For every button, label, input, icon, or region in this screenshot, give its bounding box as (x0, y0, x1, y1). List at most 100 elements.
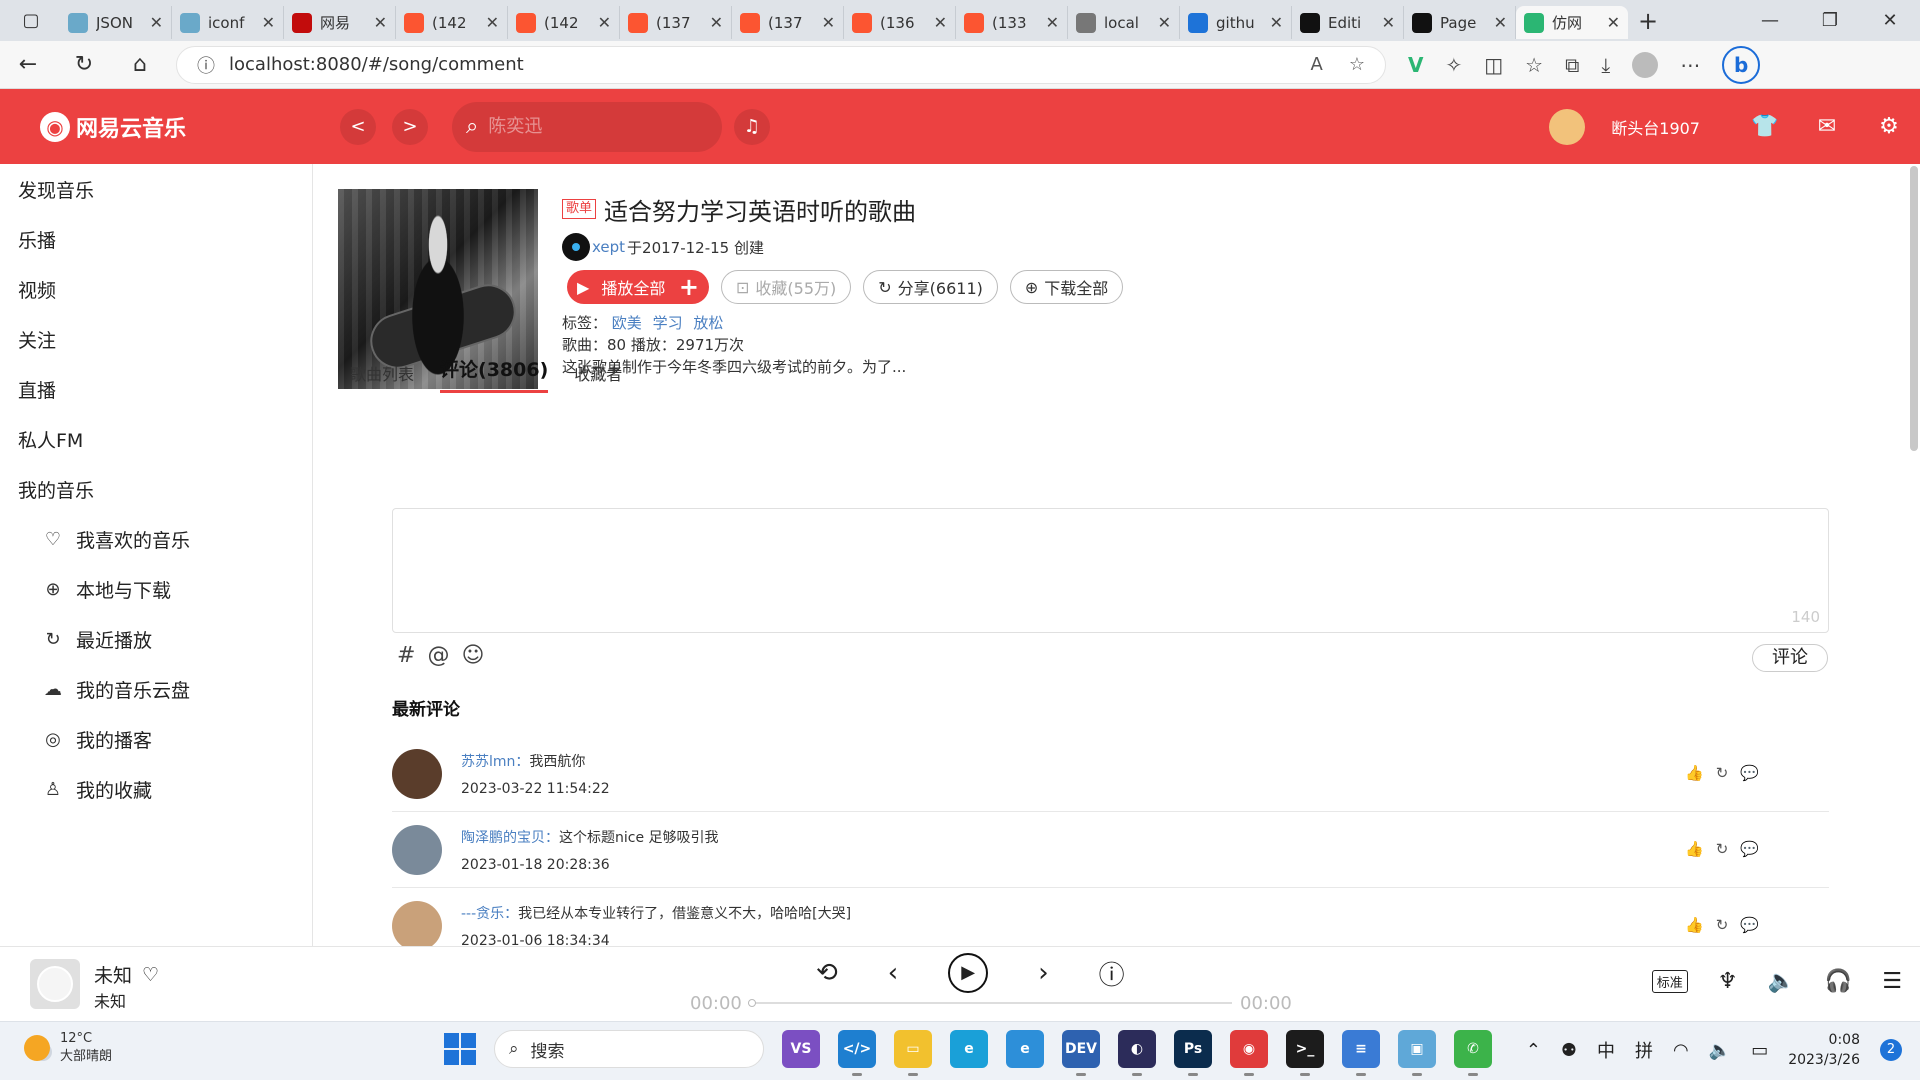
headphones-icon[interactable]: 🎧 (1825, 969, 1852, 994)
tag-link[interactable]: 放松 (693, 314, 723, 332)
qq-icon[interactable]: ⚉ (1561, 1040, 1577, 1061)
collections-icon[interactable]: ⧉ (1565, 53, 1579, 77)
collect-button[interactable]: ⊡ 收藏(55万) (721, 270, 852, 304)
sidebar-sub-item[interactable]: ◎ 我的播客 (0, 714, 312, 764)
bing-icon[interactable]: b (1722, 45, 1761, 84)
browser-tab[interactable]: (136 ✕ (844, 6, 956, 39)
sidebar-item[interactable]: 直播 (0, 364, 312, 414)
mention-icon[interactable]: @ (427, 643, 449, 668)
file-explorer-icon[interactable]: ▭ (894, 1030, 932, 1076)
thumbs-up-icon[interactable]: 👍 (1685, 764, 1704, 782)
comment-input[interactable] (393, 509, 1828, 632)
search-input[interactable] (488, 116, 689, 137)
add-icon[interactable]: + (679, 273, 699, 301)
home-icon[interactable]: ⌂ (112, 52, 168, 77)
sidebar-sub-item[interactable]: ♡ 我喜欢的音乐 (0, 514, 312, 564)
chevron-up-icon[interactable]: ⌃ (1526, 1040, 1541, 1061)
tab-close-icon[interactable]: ✕ (374, 13, 387, 32)
tab-comments[interactable]: 评论(3806) (440, 355, 549, 393)
tab-close-icon[interactable]: ✕ (150, 13, 163, 32)
voice-search-icon[interactable]: ♫ (734, 108, 770, 145)
clock[interactable]: 0:08 2023/3/26 (1788, 1030, 1860, 1070)
share-button[interactable]: ↻ 分享(6611) (863, 270, 998, 304)
browser-tab[interactable]: Page ✕ (1404, 6, 1516, 39)
tab-close-icon[interactable]: ✕ (1494, 13, 1507, 32)
tab-close-icon[interactable]: ✕ (262, 13, 275, 32)
browser-tab[interactable]: (142 ✕ (508, 6, 620, 39)
tag-link[interactable]: 欧美 (612, 314, 642, 332)
tab-close-icon[interactable]: ✕ (934, 13, 947, 32)
next-icon[interactable]: › (1038, 958, 1048, 988)
tag-link[interactable]: 学习 (653, 314, 683, 332)
start-icon[interactable] (444, 1033, 476, 1065)
netease-music-icon[interactable]: ◉ (1230, 1030, 1268, 1076)
forward-button[interactable]: > (392, 108, 428, 145)
emoji-icon[interactable]: ☺ (461, 643, 484, 668)
sidebar-item[interactable]: 乐播 (0, 214, 312, 264)
battery-icon[interactable]: ▭ (1751, 1040, 1768, 1061)
downloads-icon[interactable]: ⤓ (1601, 53, 1610, 77)
play-all-button[interactable]: ▶ 播放全部 + (567, 270, 709, 304)
browser-tab[interactable]: JSON ✕ (60, 6, 172, 39)
tab-song-list[interactable]: 歌曲列表 (350, 361, 414, 393)
sidebar-sub-item[interactable]: ↻ 最近播放 (0, 614, 312, 664)
wechat-icon[interactable]: ✆ (1454, 1030, 1492, 1076)
close-icon[interactable]: ✕ (1860, 10, 1920, 31)
player-cover[interactable] (30, 959, 80, 1009)
url-bar[interactable]: ⓘ localhost:8080/#/song/comment A ☆ (176, 45, 1386, 84)
favorite-add-icon[interactable]: ☆ (1349, 54, 1365, 75)
user-avatar[interactable] (1549, 108, 1586, 145)
playlist-description[interactable]: 这张歌单制作于今年冬季四六级考试的前夕。为了... (562, 356, 1123, 378)
thumbs-up-icon[interactable]: 👍 (1685, 840, 1704, 858)
sidebar-item[interactable]: 视频 (0, 264, 312, 314)
app-logo[interactable]: ◉ 网易云音乐 (40, 111, 340, 143)
minimize-icon[interactable]: — (1740, 10, 1800, 31)
lyrics-icon[interactable]: ⓘ (1099, 955, 1125, 992)
share-icon[interactable]: ↻ (1716, 840, 1729, 858)
browser-tab[interactable]: Editi ✕ (1292, 6, 1404, 39)
read-aloud-icon[interactable]: A (1311, 54, 1323, 75)
comment-user[interactable]: 苏苏lmn： (461, 754, 529, 770)
previous-icon[interactable]: ‹ (888, 958, 898, 988)
commenter-avatar[interactable] (392, 748, 442, 799)
tab-actions-icon[interactable]: ▢ (16, 6, 46, 36)
progress-handle[interactable] (748, 999, 756, 1007)
loop-icon[interactable]: ⟲ (816, 958, 838, 988)
vscode-icon[interactable]: </> (838, 1030, 876, 1076)
tab-close-icon[interactable]: ✕ (1270, 13, 1283, 32)
sidebar-item[interactable]: 我的音乐 (0, 464, 312, 514)
notepad-icon[interactable]: ≡ (1342, 1030, 1380, 1076)
browser-tab[interactable]: local ✕ (1068, 6, 1180, 39)
tab-close-icon[interactable]: ✕ (822, 13, 835, 32)
photoshop-icon[interactable]: Ps (1174, 1030, 1212, 1076)
visual-studio-icon[interactable]: VS (782, 1030, 820, 1068)
sidebar-item[interactable]: 私人FM (0, 414, 312, 464)
edge-icon[interactable]: e (950, 1030, 988, 1068)
commenter-avatar[interactable] (392, 824, 442, 875)
volume-icon[interactable]: 🔈 (1767, 969, 1794, 994)
terminal-icon[interactable]: >_ (1286, 1030, 1324, 1076)
wifi-icon[interactable]: ◠ (1673, 1040, 1689, 1061)
play-button[interactable]: ▶ (948, 953, 989, 993)
new-tab-button[interactable]: + (1628, 7, 1668, 35)
browser-tab[interactable]: githu ✕ (1180, 6, 1292, 39)
sidebar-sub-item[interactable]: ♙ 我的收藏 (0, 764, 312, 814)
sidebar-sub-item[interactable]: ⊕ 本地与下载 (0, 564, 312, 614)
sidebar-sub-item[interactable]: ☁ 我的音乐云盘 (0, 664, 312, 714)
quality-button[interactable]: 标准 (1651, 970, 1688, 993)
tab-close-icon[interactable]: ✕ (598, 13, 611, 32)
reply-icon[interactable]: 💬 (1740, 916, 1759, 934)
volume-tray-icon[interactable]: 🔈 (1709, 1040, 1731, 1061)
effects-icon[interactable]: ♆ (1718, 969, 1738, 994)
reply-icon[interactable]: 💬 (1740, 840, 1759, 858)
mail-icon[interactable]: ✉ (1796, 114, 1858, 139)
submit-comment-button[interactable]: 评论 (1752, 644, 1828, 672)
scrollbar[interactable] (1907, 164, 1920, 946)
tab-collectors[interactable]: 收藏者 (574, 361, 622, 393)
reply-icon[interactable]: 💬 (1740, 764, 1759, 782)
url-text[interactable]: localhost:8080/#/song/comment (229, 54, 524, 75)
tab-close-icon[interactable]: ✕ (1046, 13, 1059, 32)
skin-icon[interactable]: 👕 (1734, 114, 1796, 139)
tab-close-icon[interactable]: ✕ (1607, 13, 1620, 32)
like-heart-icon[interactable]: ♡ (142, 964, 159, 986)
